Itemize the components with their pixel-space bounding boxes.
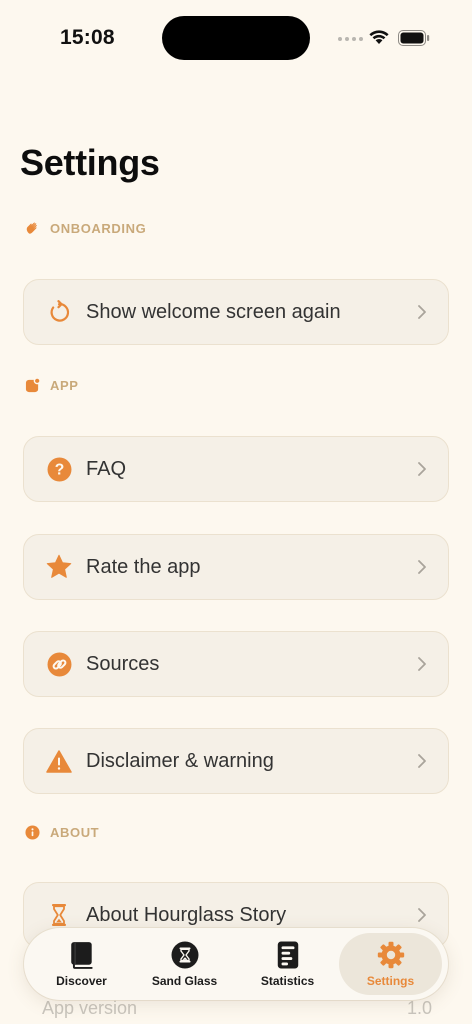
battery-icon [398,30,430,46]
row-label: Rate the app [86,555,201,578]
chevron-right-icon [418,753,428,769]
chevron-right-icon [418,304,428,320]
row-label: Sources [86,652,160,675]
tab-label: Sand Glass [151,973,218,988]
tab-discover[interactable]: Discover [30,933,133,995]
app-version-row: App version 1.0 [42,998,432,1019]
chevron-right-icon [418,656,428,672]
star-icon [46,554,72,580]
disclaimer-row[interactable]: Disclaimer & warning [23,728,449,794]
app-icon [24,377,40,393]
tab-label: Settings [366,973,415,988]
welcome-screen-row[interactable]: Show welcome screen again [23,279,449,345]
book-icon [68,941,96,969]
chevron-right-icon [418,559,428,575]
chevron-right-icon [418,461,428,477]
restart-arrow-icon [46,299,72,325]
gear-icon [377,941,405,969]
tab-sand-glass[interactable]: Sand Glass [133,933,236,995]
section-label: ABOUT [50,824,100,840]
section-label: ONBOARDING [50,220,147,236]
status-time: 15:08 [60,26,115,49]
svg-text:?: ? [54,461,64,478]
link-circle-icon [46,651,72,677]
faq-row[interactable]: ? FAQ [23,436,449,502]
app-version-label: App version [42,998,138,1018]
chart-doc-icon [274,941,302,969]
info-icon [24,824,40,840]
section-label: APP [50,377,79,393]
app-version-value: 1.0 [406,998,432,1018]
chevron-right-icon [418,907,428,923]
hourglass-circle-icon [171,941,199,969]
tab-label: Discover [56,973,107,988]
tab-label: Statistics [260,973,315,988]
waving-hand-icon [24,220,40,236]
dynamic-island [162,16,310,60]
tab-bar: Discover Sand Glass Statistics Settings [24,928,448,1000]
tab-statistics[interactable]: Statistics [236,933,339,995]
row-label: Disclaimer & warning [86,749,274,772]
hourglass-icon [46,902,72,928]
section-header-app: APP [24,377,79,393]
row-label: Show welcome screen again [86,300,341,323]
page-title: Settings [20,142,160,183]
question-circle-icon: ? [46,456,72,482]
row-label: FAQ [86,457,127,480]
section-header-about: ABOUT [24,824,99,840]
sources-row[interactable]: Sources [23,631,449,697]
cellular-signal-icon [338,37,363,41]
rate-app-row[interactable]: Rate the app [23,534,449,600]
warning-triangle-icon [46,748,72,774]
wifi-icon [369,30,389,44]
section-header-onboarding: ONBOARDING [24,220,146,236]
tab-settings[interactable]: Settings [339,933,442,995]
status-bar: 15:08 [0,0,472,80]
row-label: About Hourglass Story [86,903,287,926]
